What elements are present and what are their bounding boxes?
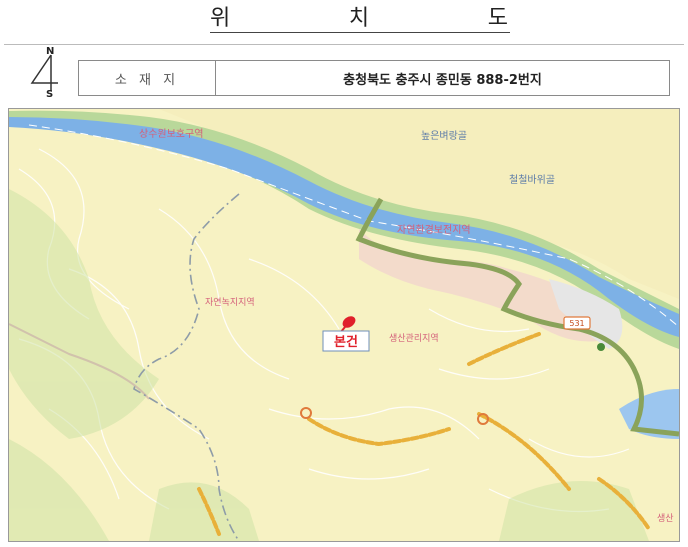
- route-shield-icon: 531: [563, 316, 591, 330]
- zone-label-top: 상수원보호구역: [139, 128, 203, 140]
- location-map[interactable]: 531 상수원보호구역 높은벼랑골 철철바위골 자연환경보전지역 자연녹지지역 …: [8, 108, 680, 542]
- zone-label-river: 자연환경보전지역: [397, 223, 471, 236]
- page-title: 위 치 도: [210, 2, 510, 32]
- route-number: 531: [569, 319, 584, 328]
- place-label-2: 철철바위골: [509, 173, 555, 186]
- title-char-2: 치: [348, 6, 372, 31]
- north-label: N: [46, 46, 55, 57]
- north-arrow-icon: N S: [28, 46, 72, 103]
- place-label-1: 높은벼랑골: [421, 130, 467, 142]
- title-char-1: 위: [210, 6, 233, 31]
- location-table: 소 재 지 충청북도 충주시 종민동 888-2번지: [78, 60, 670, 96]
- page-header: 위 치 도: [0, 0, 688, 44]
- zone-label-management: 생산관리지역: [389, 333, 439, 344]
- location-address: 충청북도 충주시 종민동 888-2번지: [343, 72, 542, 88]
- junction-icon: [597, 343, 605, 351]
- subject-label: 본건: [334, 334, 358, 350]
- map-canvas: 531 상수원보호구역 높은벼랑골 철철바위골 자연환경보전지역 자연녹지지역 …: [9, 109, 679, 541]
- title-char-3: 도: [487, 6, 510, 31]
- header-divider: [4, 44, 684, 45]
- south-label: S: [46, 89, 54, 100]
- title-underline: [210, 32, 510, 33]
- location-label: 소 재 지: [79, 61, 216, 95]
- zone-label-corner: 생산: [657, 513, 674, 524]
- zone-label-green: 자연녹지지역: [205, 297, 255, 308]
- subject-marker: 본건: [322, 330, 370, 352]
